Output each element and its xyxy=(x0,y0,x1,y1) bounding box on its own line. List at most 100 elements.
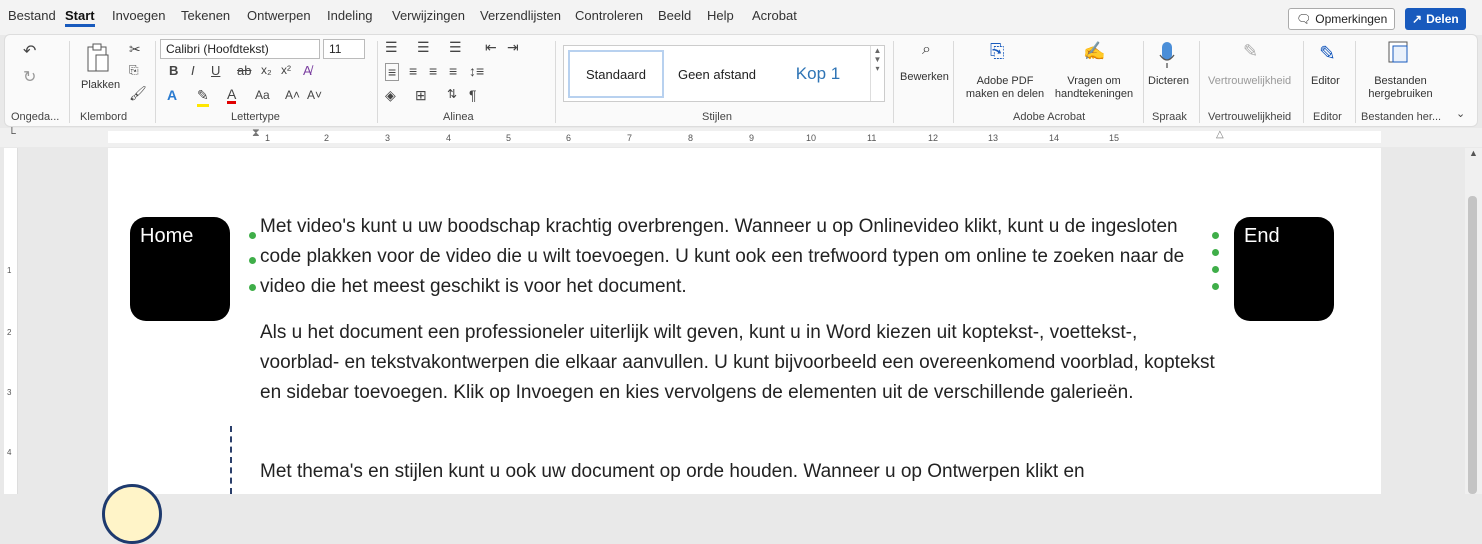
tab-bestand[interactable]: Bestand xyxy=(8,8,56,23)
reuse-group-label: Bestanden her... xyxy=(1361,111,1442,123)
bullets-icon[interactable]: ☰ xyxy=(385,39,398,56)
clipboard-group-label: Klembord xyxy=(80,111,128,123)
document-page[interactable]: Home End Met video's kunt u uw boodschap… xyxy=(102,148,1381,544)
borders-icon[interactable]: ⊞ xyxy=(415,87,427,104)
bold-icon[interactable]: B xyxy=(169,63,178,78)
scrollbar-thumb[interactable] xyxy=(1468,196,1477,494)
microphone-icon[interactable] xyxy=(1158,41,1176,69)
vertical-ruler: 1 2 3 4 xyxy=(4,148,18,494)
tab-indeling[interactable]: Indeling xyxy=(327,8,373,23)
align-right-icon[interactable]: ≡ xyxy=(429,63,437,79)
chevron-down-icon[interactable]: ⌄ xyxy=(1456,107,1465,120)
ruler-number: 10 xyxy=(806,133,817,143)
home-key-shape[interactable]: Home xyxy=(130,217,230,321)
dictate-label[interactable]: Dicteren xyxy=(1148,75,1189,88)
redo-icon[interactable]: ↻ xyxy=(23,67,36,87)
paragraph-2[interactable]: Als u het document een professioneler ui… xyxy=(260,318,1220,408)
change-case-icon[interactable]: Aa xyxy=(255,88,270,102)
tab-controleren[interactable]: Controleren xyxy=(575,8,643,23)
ruler-number: 15 xyxy=(1109,133,1120,143)
multilevel-list-icon[interactable]: ☰ xyxy=(449,39,462,56)
shading-icon[interactable]: ◈ xyxy=(385,87,396,104)
subscript-icon[interactable]: x₂ xyxy=(261,63,272,77)
undo-icon[interactable]: ↶ xyxy=(23,41,36,61)
tab-verwijzingen[interactable]: Verwijzingen xyxy=(392,8,465,23)
strikethrough-icon[interactable]: ab xyxy=(237,63,251,78)
end-key-shape[interactable]: End xyxy=(1234,217,1334,321)
adobe-pdf-label-2[interactable]: maken en delen xyxy=(960,88,1050,101)
gallery-scroll[interactable]: ▲ ▼ ▾ xyxy=(870,46,884,101)
paragraph-1[interactable]: Met video's kunt u uw boodschap krachtig… xyxy=(260,212,1220,302)
shrink-font-icon[interactable]: A˅ xyxy=(307,88,322,102)
vertical-scrollbar[interactable]: ▲ xyxy=(1465,148,1482,494)
superscript-icon[interactable]: x² xyxy=(281,63,291,77)
tab-help[interactable]: Help xyxy=(707,8,734,23)
signature-icon[interactable]: ✍ xyxy=(1083,41,1105,62)
underline-icon[interactable]: U xyxy=(211,63,220,78)
pilcrow-icon[interactable]: ¶ xyxy=(469,87,477,103)
vruler-number: 4 xyxy=(7,448,12,457)
share-button[interactable]: ↗ Delen xyxy=(1405,8,1466,30)
style-geen-afstand[interactable]: Geen afstand xyxy=(667,50,767,98)
line-spacing-icon[interactable]: ↕≡ xyxy=(469,63,484,79)
clear-formatting-icon[interactable]: A̸ xyxy=(303,63,312,78)
text-effects-icon[interactable]: A xyxy=(167,87,177,103)
sensitivity-icon[interactable]: ✎ xyxy=(1243,41,1258,62)
reuse-files-label-1[interactable]: Bestanden xyxy=(1373,75,1428,88)
grow-font-icon[interactable]: A˄ xyxy=(285,88,300,102)
adobe-pdf-label-1[interactable]: Adobe PDF xyxy=(960,75,1050,88)
font-name-value: Calibri (Hoofdtekst) xyxy=(166,42,269,56)
highlight-icon[interactable]: ✎ xyxy=(197,87,209,107)
numbering-icon[interactable]: ☰ xyxy=(417,39,430,56)
font-size-dropdown[interactable]: 11 xyxy=(323,39,365,59)
sensitivity-label[interactable]: Vertrouwelijkheid xyxy=(1208,75,1291,88)
signature-label-2[interactable]: handtekeningen xyxy=(1049,88,1139,101)
increase-indent-icon[interactable]: ⇥ xyxy=(507,39,519,56)
align-center-icon[interactable]: ≡ xyxy=(409,63,417,79)
tab-invoegen[interactable]: Invoegen xyxy=(112,8,166,23)
tab-selector-icon[interactable]: └ xyxy=(8,128,16,140)
align-left-icon[interactable]: ≡ xyxy=(385,63,400,81)
tab-acrobat[interactable]: Acrobat xyxy=(752,8,797,23)
styles-gallery: Standaard Geen afstand Kop 1 ▲ ▼ ▾ xyxy=(563,45,885,102)
font-color-icon[interactable]: A xyxy=(227,87,237,104)
font-name-dropdown[interactable]: Calibri (Hoofdtekst) xyxy=(160,39,320,59)
copy-icon[interactable]: ⎘ xyxy=(129,63,139,78)
vruler-number: 2 xyxy=(7,328,12,337)
paste-icon[interactable] xyxy=(85,43,111,75)
left-indent-marker[interactable]: ⧗ xyxy=(252,127,260,140)
ribbon: ↶ ↻ Ongeda... Plakken ✂ ⎘ 🖌︎ Klembord Ca… xyxy=(4,34,1478,127)
ruler-number: 6 xyxy=(566,133,572,143)
editor-label[interactable]: Editor xyxy=(1311,75,1340,88)
tab-ontwerpen[interactable]: Ontwerpen xyxy=(247,8,311,23)
paragraph-3[interactable]: Met thema's en stijlen kunt u ook uw doc… xyxy=(260,457,1220,487)
tab-verzendlijsten[interactable]: Verzendlijsten xyxy=(480,8,561,23)
comments-button[interactable]: 🗨︎ Opmerkingen xyxy=(1288,8,1396,30)
ruler-number: 9 xyxy=(749,133,755,143)
signature-label-1[interactable]: Vragen om xyxy=(1049,75,1139,88)
editor-icon[interactable]: ✎ xyxy=(1319,41,1336,66)
search-icon[interactable]: ⌕ xyxy=(922,41,931,59)
selection-handle[interactable] xyxy=(249,232,256,239)
circle-shape[interactable] xyxy=(102,484,162,544)
justify-icon[interactable]: ≡ xyxy=(449,63,457,79)
style-standaard[interactable]: Standaard xyxy=(568,50,664,98)
tab-start[interactable]: Start xyxy=(65,8,95,27)
selection-handle[interactable] xyxy=(249,284,256,291)
cut-icon[interactable]: ✂ xyxy=(129,41,141,58)
format-painter-icon[interactable]: 🖌︎ xyxy=(129,85,147,102)
editing-label[interactable]: Bewerken xyxy=(900,71,949,84)
italic-icon[interactable]: I xyxy=(191,63,195,78)
scroll-up-icon[interactable]: ▲ xyxy=(1469,148,1478,158)
decrease-indent-icon[interactable]: ⇤ xyxy=(485,39,497,56)
adobe-pdf-icon[interactable]: ⎘ xyxy=(990,41,1004,62)
style-kop-1[interactable]: Kop 1 xyxy=(771,50,865,98)
sort-icon[interactable]: ⇅ xyxy=(447,87,457,101)
tab-tekenen[interactable]: Tekenen xyxy=(181,8,230,23)
reuse-files-label-2[interactable]: hergebruiken xyxy=(1368,88,1433,101)
selection-handle[interactable] xyxy=(249,257,256,264)
tab-beeld[interactable]: Beeld xyxy=(658,8,691,23)
reuse-files-icon[interactable] xyxy=(1388,41,1410,65)
paste-label: Plakken xyxy=(81,79,121,91)
right-indent-marker[interactable]: △ xyxy=(1216,129,1224,140)
